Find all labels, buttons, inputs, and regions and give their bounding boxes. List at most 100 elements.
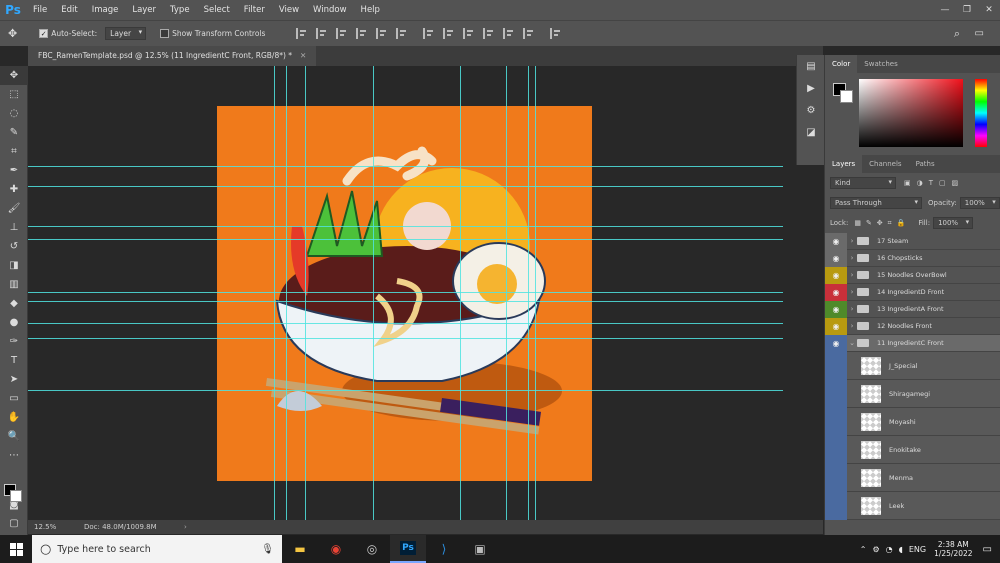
visibility-eye-icon[interactable]: ◉ [825, 300, 847, 318]
lasso-tool-icon[interactable]: ◌ [0, 104, 28, 123]
status-expand-icon[interactable]: › [184, 523, 187, 531]
crop-tool-icon[interactable]: ⌗ [0, 142, 28, 161]
menu-select[interactable]: Select [197, 0, 237, 20]
guide-vertical[interactable] [535, 66, 536, 520]
document-tab[interactable]: FBC_RamenTemplate.psd @ 12.5% (11 Ingred… [28, 46, 317, 66]
menu-edit[interactable]: Edit [54, 0, 84, 20]
marquee-tool-icon[interactable]: ⬚ [0, 85, 28, 104]
auto-select-dropdown[interactable]: Layer [105, 27, 147, 40]
search-icon[interactable]: ⌕ [954, 27, 960, 41]
lock-icons[interactable]: ▦✎✥⌗🔒 [854, 219, 910, 228]
sublayer-row[interactable]: Enokitake [825, 435, 1000, 464]
visibility-eye-icon[interactable] [825, 491, 847, 520]
menu-layer[interactable]: Layer [125, 0, 163, 20]
layer-row[interactable]: ◉ › 13 IngredientA Front [825, 300, 1000, 318]
close-tab-icon[interactable]: ✕ [300, 46, 306, 66]
eraser-tool-icon[interactable]: ◨ [0, 256, 28, 275]
workspace-icon[interactable]: ▭ [975, 28, 984, 39]
background-color[interactable] [10, 490, 22, 502]
expand-arrow-icon[interactable]: › [847, 254, 857, 262]
network-icon[interactable]: ⚙ [872, 545, 879, 554]
layer-row[interactable]: ◉ › 12 Noodles Front [825, 317, 1000, 335]
eyedropper-tool-icon[interactable]: ✒ [0, 161, 28, 180]
wifi-icon[interactable]: ◔ [886, 545, 893, 554]
sublayer-row[interactable]: Menma [825, 463, 1000, 492]
more-tools-icon[interactable]: ⋯ [0, 446, 28, 465]
notification-icon[interactable]: ▭ [983, 544, 992, 555]
layer-filter-dropdown[interactable]: Kind [830, 177, 896, 189]
file-explorer-icon[interactable]: ▬ [282, 535, 318, 563]
layer-row[interactable]: ◉ › 14 IngredientD Front [825, 283, 1000, 301]
fill-value[interactable]: 100% [933, 217, 974, 229]
restore-icon[interactable]: ❐ [956, 0, 978, 20]
align-bottom-icon[interactable] [336, 28, 347, 39]
brush-tool-icon[interactable]: 🖌 [0, 199, 28, 218]
blur-tool-icon[interactable]: ◆ [0, 294, 28, 313]
hue-slider[interactable] [975, 79, 987, 147]
layer-row[interactable]: ◉ › 16 Chopsticks [825, 249, 1000, 267]
taskbar-search[interactable]: ○ Type here to search 🎙 [32, 535, 282, 563]
visibility-eye-icon[interactable]: ◉ [825, 232, 847, 250]
hand-tool-icon[interactable]: ✋ [0, 408, 28, 427]
color-panel-background[interactable] [840, 90, 853, 103]
volume-icon[interactable]: ◖ [899, 545, 903, 554]
distribute-bottom-icon[interactable] [463, 28, 474, 39]
quick-select-tool-icon[interactable]: ✎ [0, 123, 28, 142]
tab-color[interactable]: Color [825, 55, 858, 73]
photoshop-taskbar-icon[interactable]: Ps [390, 535, 426, 563]
auto-select-checkbox[interactable]: ✓ Auto-Select: [39, 29, 97, 38]
tab-paths[interactable]: Paths [909, 155, 942, 173]
distribute-middle-icon[interactable] [443, 28, 454, 39]
visibility-eye-icon[interactable]: ◉ [825, 249, 847, 267]
menu-image[interactable]: Image [85, 0, 126, 20]
filter-icons[interactable]: ▣◑T▢▨ [904, 179, 964, 187]
layer-row[interactable]: ◉ › 15 Noodles OverBowl [825, 266, 1000, 284]
clock[interactable]: 2:38 AM 1/25/2022 [934, 540, 972, 558]
menu-help[interactable]: Help [354, 0, 387, 20]
blend-mode-dropdown[interactable]: Pass Through [830, 197, 922, 209]
menu-file[interactable]: File [26, 0, 54, 20]
align-middle-icon[interactable] [316, 28, 327, 39]
tab-layers[interactable]: Layers [825, 155, 863, 173]
canvas-area[interactable] [28, 66, 783, 520]
guide-vertical[interactable] [286, 66, 287, 520]
windows-start-icon[interactable] [0, 535, 32, 563]
adjustments-icon[interactable]: ◪ [797, 121, 825, 143]
expand-arrow-icon[interactable]: ⌄ [847, 339, 857, 347]
expand-arrow-icon[interactable]: › [847, 322, 857, 330]
menu-view[interactable]: View [272, 0, 306, 20]
align-right-icon[interactable] [396, 28, 407, 39]
vscode-icon[interactable]: ⟩ [426, 535, 462, 563]
history-panel-icon[interactable]: ▤ [797, 55, 825, 77]
dodge-tool-icon[interactable]: ● [0, 313, 28, 332]
microphone-icon[interactable]: 🎙 [261, 544, 274, 555]
sublayer-row[interactable]: Shiragamegi [825, 379, 1000, 408]
chrome-icon[interactable]: ◉ [318, 535, 354, 563]
menu-window[interactable]: Window [306, 0, 354, 20]
auto-align-icon[interactable] [550, 28, 561, 39]
align-center-icon[interactable] [376, 28, 387, 39]
guide-horizontal[interactable] [28, 292, 783, 293]
close-icon[interactable]: ✕ [978, 0, 1000, 20]
color-picker-field[interactable] [859, 79, 963, 147]
guide-horizontal[interactable] [28, 239, 783, 240]
expand-arrow-icon[interactable]: › [847, 237, 857, 245]
visibility-eye-icon[interactable] [825, 435, 847, 464]
guide-horizontal[interactable] [28, 301, 783, 302]
sublayer-row[interactable]: Moyashi [825, 407, 1000, 436]
guide-vertical[interactable] [528, 66, 529, 520]
visibility-eye-icon[interactable]: ◉ [825, 283, 847, 301]
pen-tool-icon[interactable]: ✑ [0, 332, 28, 351]
move-tool-icon[interactable]: ✥ [0, 66, 28, 85]
type-tool-icon[interactable]: T [0, 351, 28, 370]
expand-arrow-icon[interactable]: › [847, 305, 857, 313]
actions-play-icon[interactable]: ▶ [797, 77, 825, 99]
visibility-eye-icon[interactable] [825, 351, 847, 380]
screen-mode-icon[interactable]: ▢ [0, 514, 28, 533]
guide-horizontal[interactable] [28, 390, 783, 391]
align-left-icon[interactable] [356, 28, 367, 39]
visibility-eye-icon[interactable] [825, 463, 847, 492]
tab-channels[interactable]: Channels [862, 155, 908, 173]
tray-expand-icon[interactable]: ⌃ [860, 545, 867, 554]
expand-arrow-icon[interactable]: › [847, 288, 857, 296]
